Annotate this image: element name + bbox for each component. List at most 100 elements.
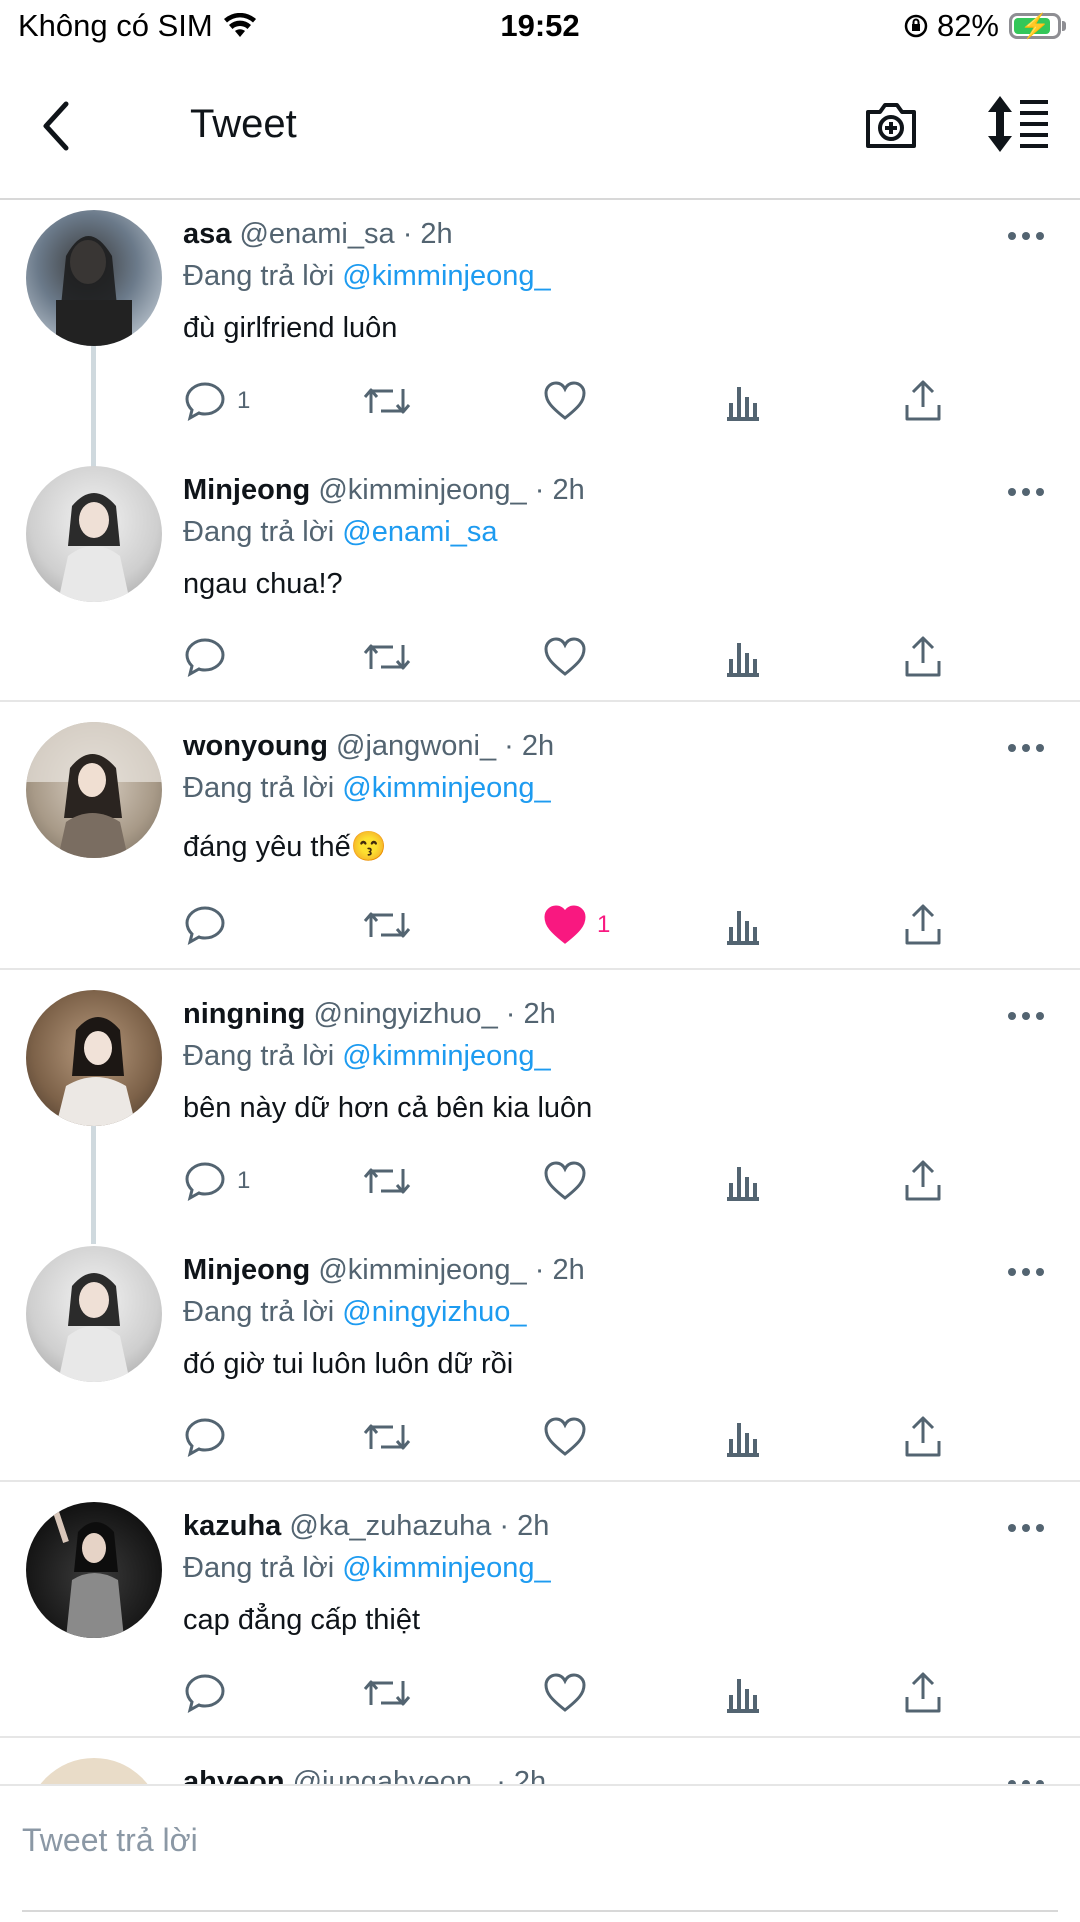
share-button[interactable] bbox=[903, 634, 943, 680]
tweet-header: ningning @ningyizhuo_ · 2h bbox=[183, 998, 556, 1031]
handle[interactable]: @ka_zuhazuha bbox=[289, 1510, 491, 1542]
share-button[interactable] bbox=[903, 902, 943, 948]
heart-icon bbox=[544, 637, 586, 676]
share-button[interactable] bbox=[903, 378, 943, 424]
retweet-button[interactable] bbox=[363, 1670, 411, 1716]
heart-icon bbox=[544, 1161, 586, 1200]
like-button[interactable]: 1 bbox=[543, 902, 610, 948]
share-button[interactable] bbox=[903, 1414, 943, 1460]
avatar[interactable] bbox=[26, 466, 162, 602]
tweet-text: cap đẳng cấp thiệt bbox=[183, 1604, 421, 1636]
retweet-icon bbox=[363, 644, 411, 670]
reply-button[interactable] bbox=[183, 1414, 237, 1460]
avatar[interactable] bbox=[26, 1246, 162, 1382]
display-name[interactable]: Minjeong bbox=[183, 474, 310, 506]
like-button[interactable] bbox=[543, 1414, 597, 1460]
reply-button[interactable]: 1 bbox=[183, 378, 250, 424]
mention-link[interactable]: @kimminjeong_ bbox=[342, 1040, 550, 1072]
retweet-button[interactable] bbox=[363, 1414, 411, 1460]
tweet-text: đù girlfriend luôn bbox=[183, 312, 398, 344]
more-options-icon[interactable] bbox=[1006, 1518, 1046, 1538]
more-options-icon[interactable] bbox=[1006, 226, 1046, 246]
reply-button[interactable] bbox=[183, 902, 237, 948]
replying-to: Đang trả lời @kimminjeong_ bbox=[183, 260, 551, 292]
bar-chart-icon bbox=[727, 643, 759, 677]
like-button[interactable] bbox=[543, 378, 597, 424]
handle[interactable]: @kimminjeong_ bbox=[318, 474, 526, 506]
tweet-actions bbox=[183, 1414, 1063, 1464]
avatar[interactable] bbox=[26, 990, 162, 1126]
camera-plus-icon[interactable] bbox=[862, 96, 920, 154]
retweet-button[interactable] bbox=[363, 378, 411, 424]
tweet-text: bên này dữ hơn cả bên kia luôn bbox=[183, 1092, 593, 1124]
handle[interactable]: @ningyizhuo_ bbox=[313, 998, 497, 1030]
timestamp: · 2h bbox=[499, 1510, 550, 1542]
display-name[interactable]: kazuha bbox=[183, 1510, 281, 1542]
heart-icon bbox=[544, 1673, 586, 1712]
more-options-icon[interactable] bbox=[1006, 482, 1046, 502]
chevron-left-icon[interactable] bbox=[36, 96, 76, 156]
share-button[interactable] bbox=[903, 1670, 943, 1716]
mention-link[interactable]: @ningyizhuo_ bbox=[342, 1296, 526, 1328]
handle[interactable]: @enami_sa bbox=[239, 218, 394, 250]
views-button[interactable] bbox=[723, 902, 763, 948]
heart-filled-icon bbox=[544, 905, 586, 944]
more-options-icon[interactable] bbox=[1006, 1262, 1046, 1282]
reply-icon bbox=[185, 1674, 225, 1713]
handle[interactable]: @jangwoni_ bbox=[336, 730, 496, 762]
retweet-icon bbox=[363, 1680, 411, 1706]
like-button[interactable] bbox=[543, 1158, 597, 1204]
tweet-text: ngau chua!? bbox=[183, 568, 343, 600]
share-button[interactable] bbox=[903, 1158, 943, 1204]
timestamp: · 2h bbox=[505, 998, 556, 1030]
like-button[interactable] bbox=[543, 1670, 597, 1716]
views-button[interactable] bbox=[723, 378, 763, 424]
like-button[interactable] bbox=[543, 634, 597, 680]
reply-icon bbox=[185, 382, 225, 421]
mention-link[interactable]: @kimminjeong_ bbox=[342, 772, 550, 804]
more-options-icon[interactable] bbox=[1006, 738, 1046, 758]
views-button[interactable] bbox=[723, 1414, 763, 1460]
more-options-icon[interactable] bbox=[1006, 1006, 1046, 1026]
tweet-actions: 1 bbox=[183, 1158, 1063, 1208]
share-icon bbox=[905, 1160, 941, 1201]
handle[interactable]: @kimminjeong_ bbox=[318, 1254, 526, 1286]
reply-button[interactable]: 1 bbox=[183, 1158, 250, 1204]
share-icon bbox=[905, 1672, 941, 1713]
reply-icon bbox=[185, 1418, 225, 1457]
thread-line bbox=[91, 346, 96, 468]
mention-link[interactable]: @enami_sa bbox=[342, 516, 497, 548]
reply-button[interactable] bbox=[183, 1670, 237, 1716]
views-button[interactable] bbox=[723, 634, 763, 680]
tweet-actions: 1 bbox=[183, 378, 1063, 428]
like-count: 1 bbox=[597, 911, 611, 938]
sort-icon[interactable] bbox=[984, 94, 1050, 154]
retweet-button[interactable] bbox=[363, 1158, 411, 1204]
views-button[interactable] bbox=[723, 1670, 763, 1716]
replying-to: Đang trả lời @kimminjeong_ bbox=[183, 1040, 551, 1072]
mention-link[interactable]: @kimminjeong_ bbox=[342, 260, 550, 292]
display-name[interactable]: asa bbox=[183, 218, 231, 250]
divider bbox=[0, 968, 1080, 970]
reply-button[interactable] bbox=[183, 634, 237, 680]
avatar[interactable] bbox=[26, 722, 162, 858]
replying-to: Đang trả lời @enami_sa bbox=[183, 516, 498, 548]
retweet-button[interactable] bbox=[363, 634, 411, 680]
battery-group: 82% ⚡ bbox=[903, 8, 1066, 44]
avatar[interactable] bbox=[26, 1502, 162, 1638]
replying-to: Đang trả lời @kimminjeong_ bbox=[183, 772, 551, 804]
reply-icon bbox=[185, 638, 225, 677]
retweet-button[interactable] bbox=[363, 902, 411, 948]
battery-icon: ⚡ bbox=[1009, 13, 1061, 40]
bar-chart-icon bbox=[727, 387, 759, 421]
display-name[interactable]: ningning bbox=[183, 998, 305, 1030]
reply-input[interactable]: Tweet trả lời bbox=[22, 1822, 198, 1859]
mention-link[interactable]: @kimminjeong_ bbox=[342, 1552, 550, 1584]
views-button[interactable] bbox=[723, 1158, 763, 1204]
avatar[interactable] bbox=[26, 210, 162, 346]
tweet-header: Minjeong @kimminjeong_ · 2h bbox=[183, 474, 585, 507]
reply-count: 1 bbox=[237, 387, 251, 414]
display-name[interactable]: Minjeong bbox=[183, 1254, 310, 1286]
display-name[interactable]: wonyoung bbox=[183, 730, 328, 762]
bar-chart-icon bbox=[727, 911, 759, 945]
